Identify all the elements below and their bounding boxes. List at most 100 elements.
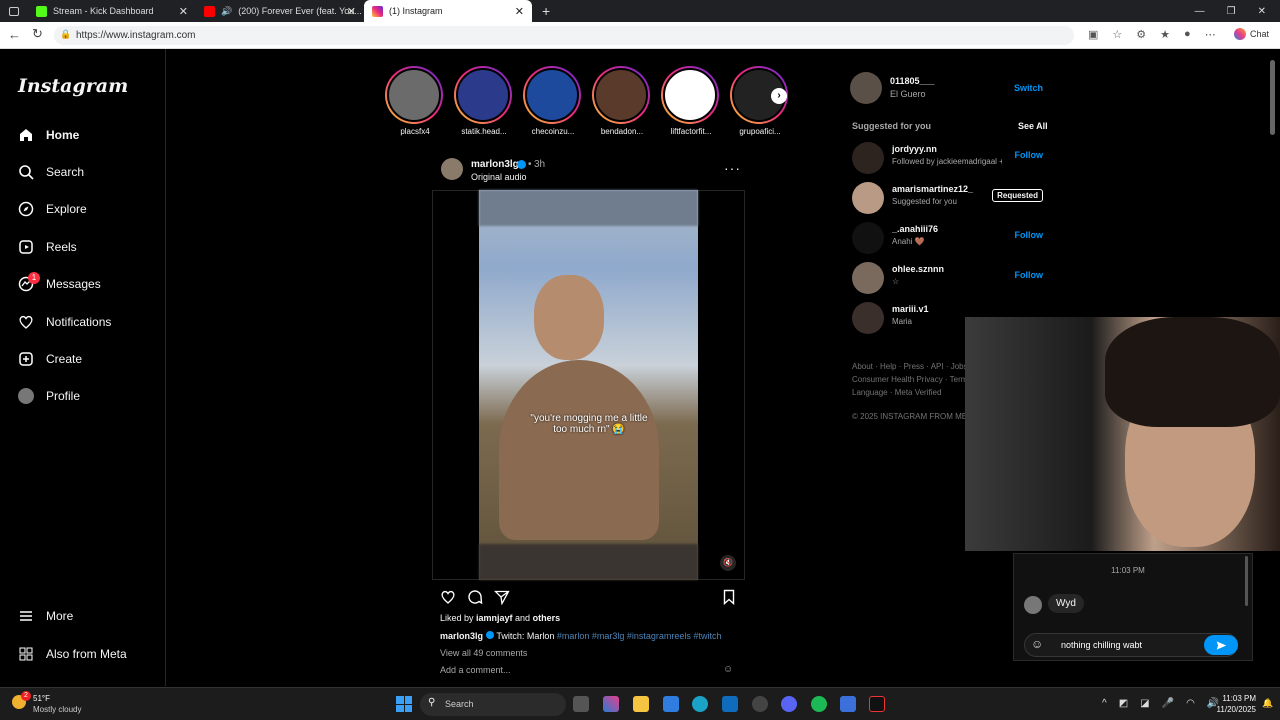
footer-line[interactable]: About · Help · Press · API · Jobs · [852,360,965,373]
avatar[interactable] [1024,596,1042,614]
tiktok-icon[interactable] [869,696,885,712]
suggestion-username[interactable]: amarismartinez12_ [892,184,973,194]
menu-dots-icon[interactable]: ⋯ [1205,28,1216,41]
refresh-icon[interactable]: ↻ [32,26,43,42]
follow-button[interactable]: Follow [1015,150,1044,160]
suggestion-username[interactable]: mariii.v1 [892,304,929,314]
avatar[interactable] [852,182,884,214]
task-view-icon[interactable] [573,696,589,712]
suggestion-username[interactable]: _.anahiii76 [892,224,938,234]
outlook-icon[interactable] [722,696,738,712]
more-options-icon[interactable]: ··· [724,160,741,176]
close-icon[interactable]: ✕ [347,5,356,18]
avatar[interactable] [852,302,884,334]
window-close-icon[interactable]: ✕ [1258,6,1266,17]
next-story-arrow-icon[interactable]: › [771,88,787,104]
nav-reels[interactable]: Reels [18,239,77,255]
start-button[interactable] [396,696,412,712]
favorites-icon[interactable]: ★ [1160,28,1170,41]
nav-create[interactable]: Create [18,351,82,367]
address-bar[interactable]: 🔒 https://www.instagram.com [54,26,1074,45]
obs-icon[interactable] [752,696,768,712]
site-info-icon[interactable]: 🔒 [60,29,71,40]
microphone-icon[interactable]: 🎤 [1162,698,1174,709]
story-item[interactable]: liftfactorfit... [661,66,721,136]
share-icon[interactable] [494,589,510,605]
nav-messages[interactable]: 1 Messages [18,272,101,292]
favorite-star-icon[interactable]: ☆ [1112,28,1122,41]
store-icon[interactable] [663,696,679,712]
avatar[interactable] [441,158,463,180]
save-bookmark-icon[interactable] [721,589,737,605]
tab-instagram[interactable]: (1) Instagram ✕ [364,0,532,22]
suggestion-username[interactable]: ohlee.sznnn [892,264,944,274]
liked-user[interactable]: iamnjayf [476,613,513,623]
nav-search[interactable]: Search [18,164,84,180]
tray-app-icon[interactable]: ◩ [1119,698,1128,709]
clock[interactable]: 11:03 PM 11/20/2025 [1206,693,1256,715]
my-username[interactable]: 011805___ [890,76,935,86]
discord-icon[interactable] [781,696,797,712]
profile-icon[interactable]: ● [1184,28,1191,41]
emoji-icon[interactable]: ☺ [723,664,733,675]
post-username[interactable]: marlon3lg [471,159,519,170]
comment-icon[interactable] [467,589,483,605]
see-all-link[interactable]: See All [1018,121,1048,131]
wifi-icon[interactable]: ◠ [1186,698,1195,709]
close-icon[interactable]: ✕ [515,5,524,18]
tray-app-icon[interactable]: ◪ [1140,698,1149,709]
emoji-icon[interactable]: ☺ [1031,637,1043,651]
weather-widget[interactable]: 2 51°F Mostly cloudy [10,691,100,717]
spotify-icon[interactable] [811,696,827,712]
avatar[interactable] [852,142,884,174]
story-item[interactable]: bendadon... [592,66,652,136]
page-scrollbar[interactable] [1270,60,1275,135]
new-tab-icon[interactable]: + [542,3,550,19]
story-item[interactable]: checoinzu... [523,66,583,136]
avatar[interactable] [852,222,884,254]
story-item[interactable]: placsfx4 [385,66,445,136]
tab-youtube[interactable]: 🔊 (200) Forever Ever (feat. You... ✕ [196,0,364,22]
send-button[interactable] [1204,635,1238,655]
view-comments-link[interactable]: View all 49 comments [440,648,527,658]
nav-explore[interactable]: Explore [18,201,87,217]
liked-others[interactable]: others [533,613,561,623]
caption-username[interactable]: marlon3lg [440,631,483,641]
switch-button[interactable]: Switch [1014,83,1043,93]
notification-bell-icon[interactable]: 🔔 [1262,698,1273,709]
story-item[interactable]: statik.head... [454,66,514,136]
suggestion-username[interactable]: jordyyy.nn [892,144,937,154]
tab-actions-icon[interactable] [0,0,28,22]
close-icon[interactable]: ✕ [179,5,188,18]
taskbar-search[interactable]: ⚲ Search [420,693,566,716]
edge-icon[interactable] [692,696,708,712]
nav-notifications[interactable]: Notifications [18,314,111,330]
extensions-icon[interactable]: ⚙ [1136,28,1146,41]
add-comment-input[interactable]: Add a comment... [440,665,511,675]
app-available-icon[interactable]: ▣ [1088,28,1098,41]
footer-line[interactable]: Language · Meta Verified [852,386,965,399]
follow-button[interactable]: Follow [1015,230,1044,240]
maximize-icon[interactable]: ❐ [1227,6,1236,17]
nav-profile[interactable]: Profile [18,388,80,404]
minimize-icon[interactable]: — [1195,6,1205,17]
copilot-chat-button[interactable]: Chat [1234,28,1269,40]
footer-line[interactable]: Consumer Health Privacy · Terms [852,373,965,386]
hashtags[interactable]: #marlon #mar3lg #instagramreels #twitch [557,631,722,641]
copilot-app-icon[interactable] [603,696,619,712]
nav-home[interactable]: Home [18,127,79,143]
avatar[interactable] [852,262,884,294]
mute-icon[interactable]: 🔇 [720,555,736,571]
nav-more[interactable]: More [18,608,73,624]
speaker-icon[interactable]: 🔊 [221,6,232,17]
file-explorer-icon[interactable] [633,696,649,712]
like-heart-icon[interactable] [440,589,456,605]
tab-kick[interactable]: Stream - Kick Dashboard ✕ [28,0,196,22]
post-video[interactable]: "you're mogging me a little too much rn"… [479,190,698,580]
show-hidden-icons[interactable]: ^ [1102,698,1107,709]
requested-button[interactable]: Requested [992,189,1043,202]
nav-also-from-meta[interactable]: Also from Meta [18,646,127,662]
avatar[interactable] [850,72,882,104]
follow-button[interactable]: Follow [1015,270,1044,280]
app-icon[interactable] [840,696,856,712]
